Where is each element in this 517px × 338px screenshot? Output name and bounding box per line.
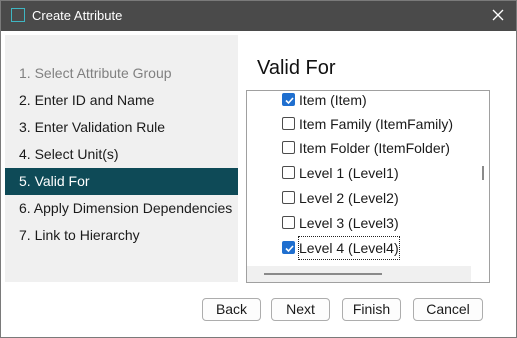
title-bar: Create Attribute	[1, 1, 516, 31]
step-select-units[interactable]: 4. Select Unit(s)	[5, 141, 238, 168]
window-title: Create Attribute	[32, 8, 123, 23]
checkbox-unchecked-icon[interactable]	[282, 117, 295, 130]
list-item-label: Item (Item)	[299, 92, 367, 108]
create-attribute-dialog: Create Attribute 1. Select Attribute Gro…	[0, 0, 517, 338]
step-enter-id-and-name[interactable]: 2. Enter ID and Name	[5, 87, 238, 114]
step-valid-for[interactable]: 5. Valid For	[5, 168, 238, 195]
checkbox-unchecked-icon[interactable]	[282, 141, 295, 154]
list-item-label: Level 3 (Level3)	[299, 215, 399, 231]
list-item-label: Level 2 (Level2)	[299, 190, 399, 206]
step-link-to-hierarchy[interactable]: 7. Link to Hierarchy	[5, 222, 238, 249]
finish-button[interactable]: Finish	[342, 298, 401, 321]
horizontal-scrollbar[interactable]	[247, 266, 471, 282]
back-button[interactable]: Back	[202, 298, 261, 321]
wizard-steps-sidebar: 1. Select Attribute Group 2. Enter ID an…	[5, 35, 238, 282]
checkbox-checked-icon[interactable]	[282, 241, 295, 254]
scrollbar-corner	[471, 266, 489, 282]
next-button[interactable]: Next	[271, 298, 330, 321]
step-select-attribute-group: 1. Select Attribute Group	[19, 65, 172, 81]
app-icon	[11, 8, 25, 22]
horizontal-scrollbar-thumb[interactable]	[264, 273, 382, 275]
close-icon[interactable]	[488, 5, 508, 25]
checkbox-unchecked-icon[interactable]	[282, 191, 295, 204]
list-item-label: Item Folder (ItemFolder)	[299, 140, 450, 156]
list-item-label: Level 1 (Level1)	[299, 165, 399, 181]
step-enter-validation-rule[interactable]: 3. Enter Validation Rule	[5, 114, 238, 141]
valid-for-checklist[interactable]: Item (Item) Item Family (ItemFamily) Ite…	[246, 90, 490, 283]
checkbox-checked-icon[interactable]	[282, 93, 295, 106]
page-title: Valid For	[257, 57, 336, 79]
list-item-label: Item Family (ItemFamily)	[299, 116, 453, 132]
vertical-scrollbar-thumb[interactable]	[482, 166, 484, 180]
step-apply-dimension-dependencies[interactable]: 6. Apply Dimension Dependencies	[5, 195, 238, 222]
checkbox-unchecked-icon[interactable]	[282, 166, 295, 179]
cancel-button[interactable]: Cancel	[413, 298, 483, 321]
checkbox-unchecked-icon[interactable]	[282, 216, 295, 229]
list-item-label: Level 4 (Level4)	[298, 236, 400, 260]
